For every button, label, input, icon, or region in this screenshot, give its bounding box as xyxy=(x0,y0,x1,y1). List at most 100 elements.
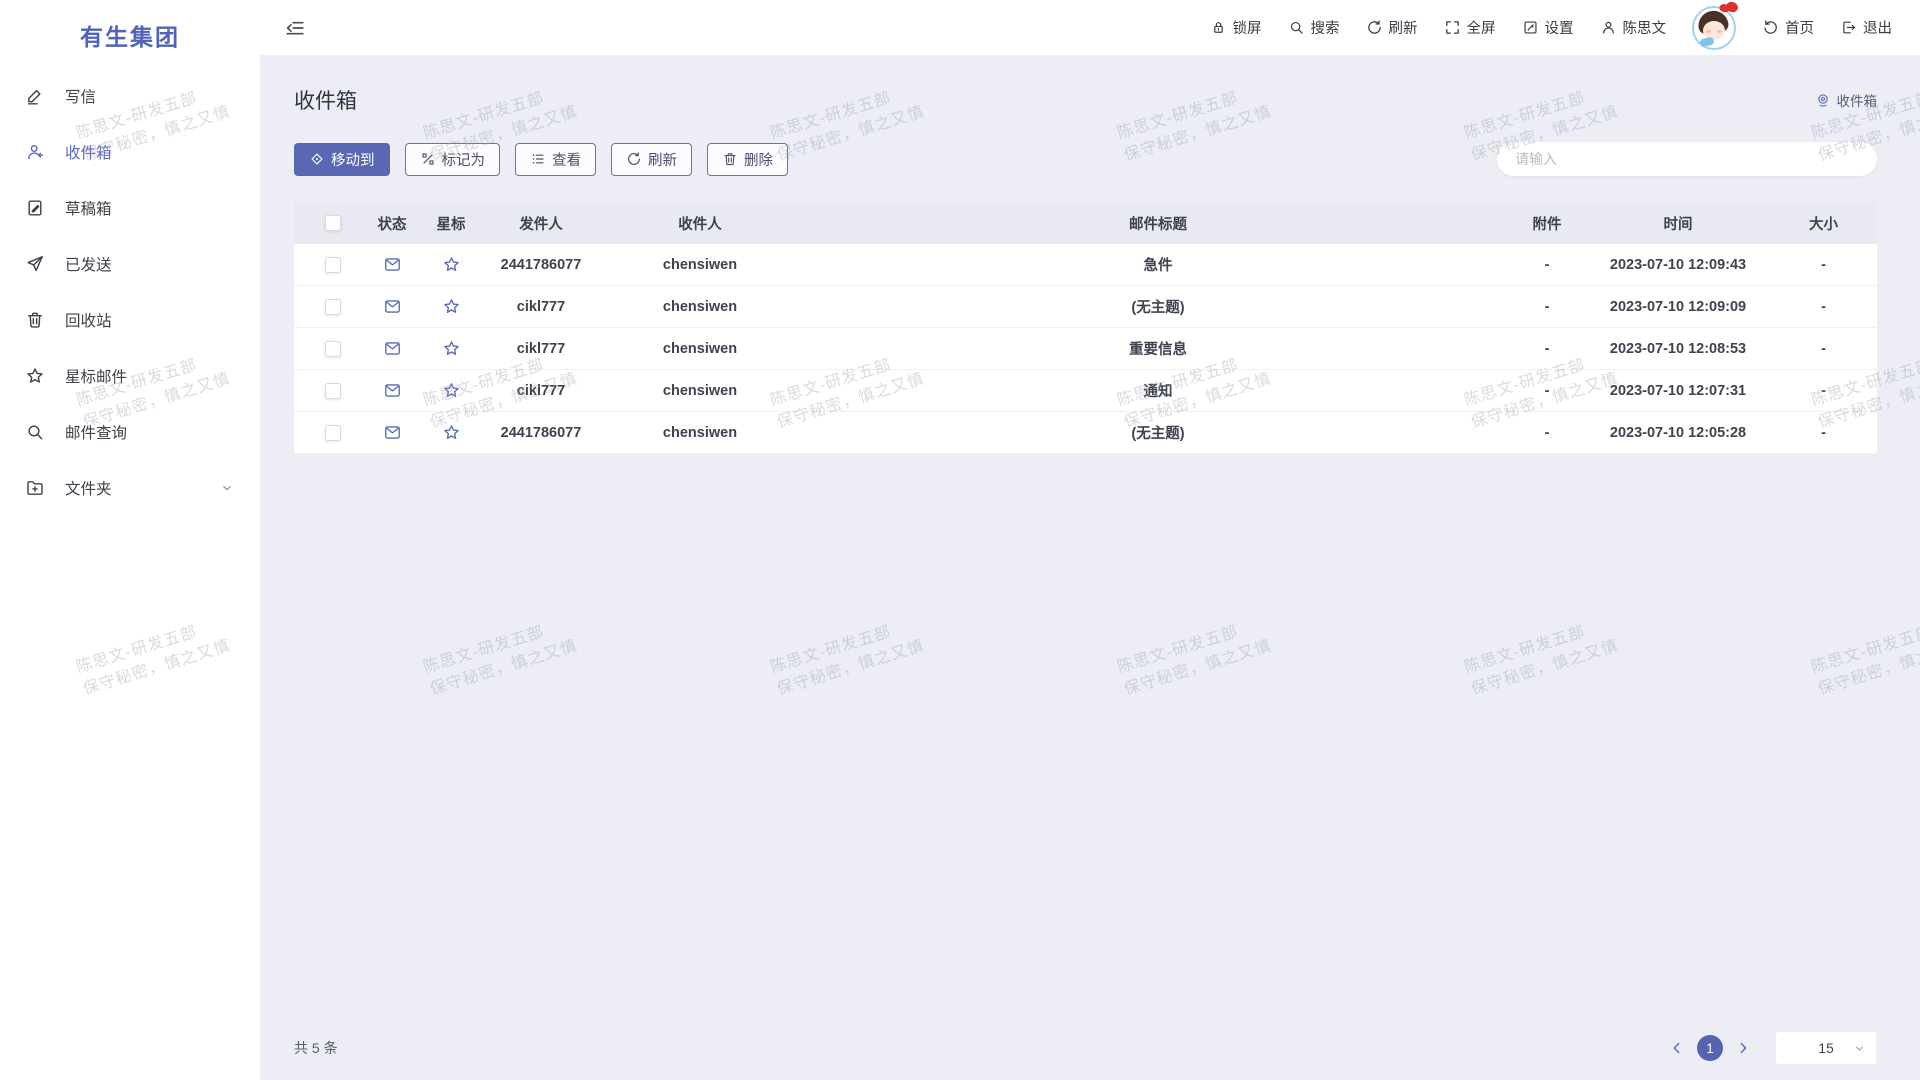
subject-cell[interactable]: 急件 xyxy=(808,254,1508,275)
column-size: 大小 xyxy=(1770,213,1877,234)
lock-screen-button[interactable]: 锁屏 xyxy=(1210,17,1262,38)
envelope-icon xyxy=(383,297,402,316)
attachment-cell: - xyxy=(1508,299,1586,315)
pencil-icon xyxy=(25,86,45,106)
avatar[interactable] xyxy=(1692,6,1736,50)
sidebar-item-sent[interactable]: 已发送 xyxy=(0,236,260,292)
time-cell: 2023-07-10 12:05:28 xyxy=(1586,425,1770,441)
move-to-button[interactable]: 移动到 xyxy=(294,143,390,176)
breadcrumb: 收件箱 xyxy=(1815,90,1878,110)
home-label: 首页 xyxy=(1785,17,1814,38)
user-icon xyxy=(1600,19,1617,36)
row-checkbox[interactable] xyxy=(325,299,341,315)
collapse-sidebar-icon[interactable] xyxy=(284,17,306,39)
star-icon[interactable] xyxy=(442,339,461,358)
refresh-list-button[interactable]: 刷新 xyxy=(611,143,692,176)
lock-screen-label: 锁屏 xyxy=(1233,17,1262,38)
lock-icon xyxy=(1210,19,1227,36)
move-to-label: 移动到 xyxy=(331,149,375,170)
row-checkbox[interactable] xyxy=(325,341,341,357)
view-label: 查看 xyxy=(552,149,581,170)
refresh-icon xyxy=(626,151,642,167)
table-row[interactable]: 2441786077 chensiwen 急件 - 2023-07-10 12:… xyxy=(294,244,1877,286)
username-label: 陈思文 xyxy=(1623,17,1667,38)
sidebar-item-inbox[interactable]: 收件箱 xyxy=(0,124,260,180)
fullscreen-icon xyxy=(1444,19,1461,36)
next-page-icon[interactable] xyxy=(1735,1040,1751,1056)
sidebar-item-trash[interactable]: 回收站 xyxy=(0,292,260,348)
mark-as-button[interactable]: 标记为 xyxy=(405,143,501,176)
sender-cell: 2441786077 xyxy=(490,425,592,441)
fullscreen-label: 全屏 xyxy=(1467,17,1496,38)
row-checkbox[interactable] xyxy=(325,383,341,399)
time-cell: 2023-07-10 12:07:31 xyxy=(1586,383,1770,399)
envelope-icon xyxy=(383,423,402,442)
subject-cell[interactable]: 重要信息 xyxy=(808,338,1508,359)
search-icon xyxy=(25,422,45,442)
trash-icon xyxy=(722,151,738,167)
recipient-cell: chensiwen xyxy=(592,425,808,441)
location-pin-icon xyxy=(1815,92,1831,108)
sidebar-item-label: 收件箱 xyxy=(65,141,112,163)
fullscreen-button[interactable]: 全屏 xyxy=(1444,17,1496,38)
sidebar-item-starred[interactable]: 星标邮件 xyxy=(0,348,260,404)
user-menu[interactable]: 陈思文 xyxy=(1600,17,1667,38)
topbar-actions: 锁屏 搜索 刷新 全屏 设置 陈思文 xyxy=(1210,6,1893,50)
table-row[interactable]: 2441786077 chensiwen (无主题) - 2023-07-10 … xyxy=(294,412,1877,454)
search-label: 搜索 xyxy=(1311,17,1340,38)
global-search-button[interactable]: 搜索 xyxy=(1288,17,1340,38)
mark-as-label: 标记为 xyxy=(442,149,486,170)
sender-cell: cikl777 xyxy=(490,299,592,315)
refresh-button[interactable]: 刷新 xyxy=(1366,17,1418,38)
recipient-cell: chensiwen xyxy=(592,299,808,315)
star-icon[interactable] xyxy=(442,255,461,274)
size-cell: - xyxy=(1770,341,1877,357)
size-cell: - xyxy=(1770,383,1877,399)
sidebar-item-label: 草稿箱 xyxy=(65,197,112,219)
chevron-down-icon[interactable] xyxy=(220,481,234,495)
current-page-button[interactable]: 1 xyxy=(1697,1035,1723,1061)
table-row[interactable]: cikl777 chensiwen (无主题) - 2023-07-10 12:… xyxy=(294,286,1877,328)
subject-cell[interactable]: 通知 xyxy=(808,380,1508,401)
view-button[interactable]: 查看 xyxy=(515,143,596,176)
star-icon[interactable] xyxy=(442,297,461,316)
sidebar-item-compose[interactable]: 写信 xyxy=(0,68,260,124)
column-subject: 邮件标题 xyxy=(808,213,1508,234)
sidebar-item-label: 邮件查询 xyxy=(65,421,127,443)
subject-cell[interactable]: (无主题) xyxy=(808,422,1508,443)
row-checkbox[interactable] xyxy=(325,257,341,273)
sidebar-item-drafts[interactable]: 草稿箱 xyxy=(0,180,260,236)
home-button[interactable]: 首页 xyxy=(1762,17,1814,38)
select-all-checkbox[interactable] xyxy=(325,215,341,231)
sidebar-item-mail-search[interactable]: 邮件查询 xyxy=(0,404,260,460)
table-row[interactable]: cikl777 chensiwen 通知 - 2023-07-10 12:07:… xyxy=(294,370,1877,412)
star-icon[interactable] xyxy=(442,423,461,442)
row-checkbox[interactable] xyxy=(325,425,341,441)
attachment-cell: - xyxy=(1508,341,1586,357)
attachment-cell: - xyxy=(1508,425,1586,441)
logout-button[interactable]: 退出 xyxy=(1840,17,1892,38)
draft-icon xyxy=(25,198,45,218)
settings-button[interactable]: 设置 xyxy=(1522,17,1574,38)
avatar-blush xyxy=(1706,30,1711,33)
settings-label: 设置 xyxy=(1545,17,1574,38)
refresh-label: 刷新 xyxy=(1389,17,1418,38)
subject-cell[interactable]: (无主题) xyxy=(808,296,1508,317)
recipient-cell: chensiwen xyxy=(592,383,808,399)
sidebar-item-folders[interactable]: 文件夹 xyxy=(0,460,260,516)
star-icon[interactable] xyxy=(442,381,461,400)
prev-page-icon[interactable] xyxy=(1669,1040,1685,1056)
search-icon xyxy=(1288,19,1305,36)
delete-button[interactable]: 删除 xyxy=(707,143,788,176)
page-title: 收件箱 xyxy=(294,85,357,115)
page-size-select[interactable]: 15 xyxy=(1775,1031,1877,1065)
sidebar: 有生集团 写信 收件箱 草稿箱 已发送 回收站 星标邮件 邮件查询 xyxy=(0,0,260,1080)
search-input[interactable] xyxy=(1497,142,1877,176)
sidebar-item-label: 回收站 xyxy=(65,309,112,331)
mail-table: 状态 星标 发件人 收件人 邮件标题 附件 时间 大小 2441786077 c… xyxy=(294,202,1877,454)
table-row[interactable]: cikl777 chensiwen 重要信息 - 2023-07-10 12:0… xyxy=(294,328,1877,370)
toolbar: 移动到 标记为 查看 刷新 删除 xyxy=(294,142,1877,176)
logout-label: 退出 xyxy=(1863,17,1892,38)
brand-logo: 有生集团 xyxy=(0,0,260,52)
recipient-cell: chensiwen xyxy=(592,341,808,357)
